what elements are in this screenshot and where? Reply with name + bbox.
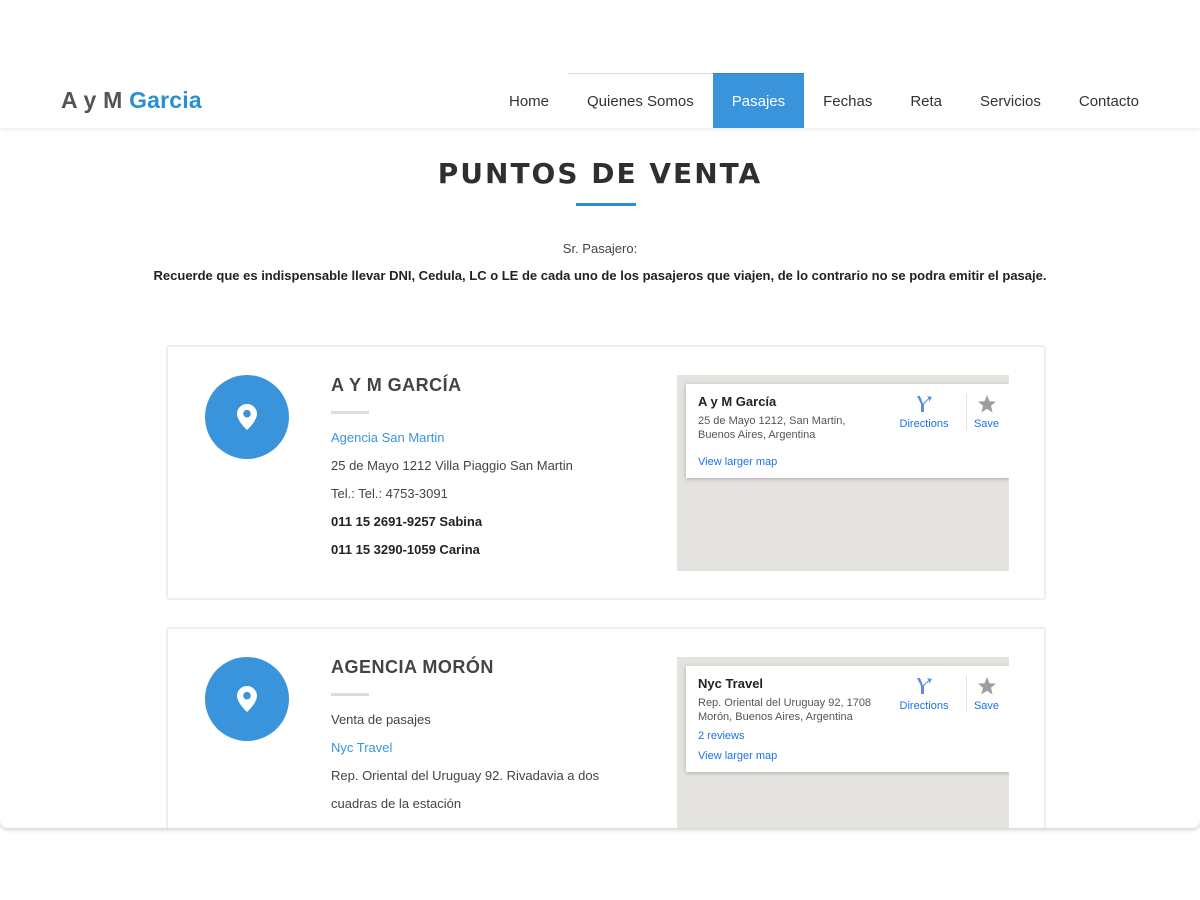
directions-button[interactable]: Directions <box>892 394 956 430</box>
star-icon <box>977 677 996 695</box>
nav-item-fechas[interactable]: Fechas <box>804 73 891 128</box>
agency-link[interactable]: Nyc Travel <box>331 734 651 762</box>
map-pin-icon <box>205 375 289 459</box>
map-place-address: Rep. Oriental del Uruguay 92, 1708 Morón… <box>698 697 872 723</box>
nav-item-contacto[interactable]: Contacto <box>1060 73 1158 128</box>
agency-link[interactable]: Agencia San Martin <box>331 424 651 452</box>
logo-text: A y M <box>61 87 130 113</box>
directions-arrow-icon <box>917 678 932 694</box>
address-text: cuadras de la estación <box>331 796 462 811</box>
address-text: 25 de Mayo 1212 Villa Piaggio San Martin <box>331 458 573 473</box>
location-title: A Y M GARCÍA <box>331 375 462 395</box>
view-larger-map-link[interactable]: View larger map <box>698 456 997 468</box>
logo-accent-text: Garcia <box>129 87 202 113</box>
location-details: AGENCIA MORÓN Venta de pasajes Nyc Trave… <box>331 657 651 818</box>
mobile-text: 011 15 3290-1059 Carina <box>331 542 480 557</box>
nav-item-reta[interactable]: Reta <box>891 73 961 128</box>
directions-label: Directions <box>899 700 949 712</box>
map-info-card: Nyc Travel Rep. Oriental del Uruguay 92,… <box>686 666 1009 772</box>
save-label: Save <box>973 700 1000 712</box>
location-title: AGENCIA MORÓN <box>331 657 494 677</box>
view-larger-map-link[interactable]: View larger map <box>698 750 997 762</box>
description-text: Venta de pasajes <box>331 712 431 727</box>
address-text: Rep. Oriental del Uruguay 92. Rivadavia … <box>331 768 600 783</box>
nav-item-home[interactable]: Home <box>490 73 568 128</box>
site-logo[interactable]: A y M Garcia <box>61 87 202 114</box>
title-divider <box>331 411 369 414</box>
title-divider <box>331 693 369 696</box>
title-underline <box>576 203 636 206</box>
directions-arrow-icon <box>917 396 932 412</box>
embedded-map[interactable]: A y M García 25 de Mayo 1212, San Martin… <box>677 375 1009 571</box>
star-icon <box>977 395 996 413</box>
mobile-text: 011 15 2691-9257 Sabina <box>331 514 483 529</box>
map-place-address: 25 de Mayo 1212, San Martin, Buenos Aire… <box>698 415 846 441</box>
save-button[interactable]: Save <box>966 676 1002 712</box>
page-title: PUNTOS DE VENTA <box>437 157 763 190</box>
directions-label: Directions <box>899 418 949 430</box>
nav-item-quienes-somos[interactable]: Quienes Somos <box>568 73 713 128</box>
save-label: Save <box>973 418 1000 430</box>
location-details: A Y M GARCÍA Agencia San Martin 25 de Ma… <box>331 375 651 564</box>
location-card: AGENCIA MORÓN Venta de pasajes Nyc Trave… <box>166 627 1046 828</box>
location-card: A Y M GARCÍA Agencia San Martin 25 de Ma… <box>166 345 1046 600</box>
phone-text: Tel.: Tel.: 4753-3091 <box>331 486 448 501</box>
browser-viewport: A y M Garcia Home Quienes Somos Pasajes … <box>0 0 1200 828</box>
greeting-text: Sr. Pasajero: <box>562 241 638 256</box>
main-nav: Home Quienes Somos Pasajes Fechas Reta S… <box>490 73 1158 128</box>
embedded-map[interactable]: Nyc Travel Rep. Oriental del Uruguay 92,… <box>677 657 1009 828</box>
map-reviews-link[interactable]: 2 reviews <box>698 730 997 742</box>
map-pin-icon <box>205 657 289 741</box>
map-info-card: A y M García 25 de Mayo 1212, San Martin… <box>686 384 1009 478</box>
nav-item-servicios[interactable]: Servicios <box>961 73 1060 128</box>
site-header: A y M Garcia Home Quienes Somos Pasajes … <box>0 0 1200 128</box>
save-button[interactable]: Save <box>966 394 1002 430</box>
nav-item-pasajes[interactable]: Pasajes <box>712 73 805 128</box>
directions-button[interactable]: Directions <box>892 676 956 712</box>
notice-text: Recuerde que es indispensable llevar DNI… <box>153 268 1047 283</box>
